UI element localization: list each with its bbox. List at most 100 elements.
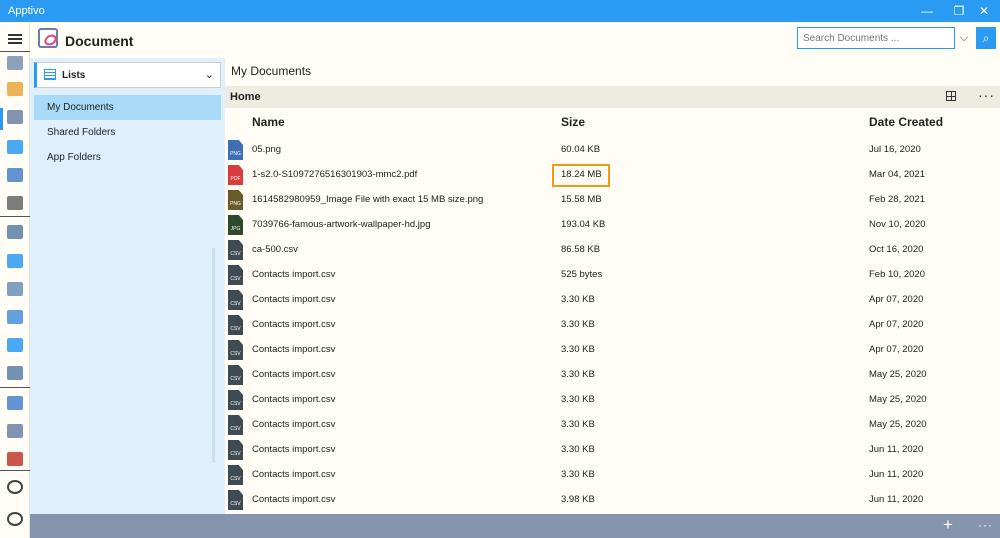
file-type-icon: CSV bbox=[228, 340, 243, 360]
table-row[interactable]: CSV Contacts import.csv 3.30 KB May 25, 202… bbox=[225, 387, 1000, 412]
hamburger-menu-icon[interactable] bbox=[8, 34, 22, 45]
file-type-label: CSV bbox=[230, 251, 241, 257]
close-button[interactable]: ✕ bbox=[968, 0, 1000, 22]
file-size: 525 bytes bbox=[561, 269, 603, 280]
column-header-size[interactable]: Size bbox=[561, 115, 585, 129]
file-name: Contacts import.csv bbox=[252, 369, 336, 380]
invoice-icon[interactable] bbox=[7, 196, 23, 210]
file-name: Contacts import.csv bbox=[252, 419, 336, 430]
file-size: 3.30 KB bbox=[561, 469, 595, 480]
column-header-name[interactable]: Name bbox=[252, 115, 285, 129]
file-type-label: PNG bbox=[230, 201, 241, 207]
folder-title[interactable]: Home bbox=[230, 91, 261, 103]
file-type-icon: CSV bbox=[228, 465, 243, 485]
table-row[interactable]: CSV Contacts import.csv 3.30 KB Apr 07, 202… bbox=[225, 287, 1000, 312]
notepad-icon[interactable] bbox=[7, 82, 23, 96]
lists-dropdown[interactable]: Lists ⌄ bbox=[34, 62, 221, 88]
file-name: Contacts import.csv bbox=[252, 444, 336, 455]
search-filter-chevron-icon[interactable]: ⌵ bbox=[955, 27, 973, 49]
file-date: Feb 10, 2020 bbox=[869, 269, 925, 280]
list-grid-icon bbox=[44, 69, 56, 80]
file-date: Jun 11, 2020 bbox=[869, 469, 924, 480]
document-icon[interactable] bbox=[7, 110, 23, 124]
minimize-button[interactable]: — bbox=[911, 0, 943, 22]
funnel-icon[interactable] bbox=[7, 338, 23, 352]
document-list-panel: My Documents Home ··· Name Size Date Cre… bbox=[225, 58, 1000, 514]
file-size: 3.30 KB bbox=[561, 444, 595, 455]
file-size: 15.58 MB bbox=[561, 194, 602, 205]
money-bag-icon[interactable] bbox=[7, 282, 23, 296]
sidebar: Lists ⌄ My Documents Shared Folders App … bbox=[30, 58, 225, 514]
file-name: 7039766-famous-artwork-wallpaper-hd.jpg bbox=[252, 219, 431, 230]
search-button[interactable]: ⌕ bbox=[976, 27, 996, 49]
table-row[interactable]: CSV Contacts import.csv 3.30 KB Jun 11, 202… bbox=[225, 462, 1000, 487]
rail-active-indicator bbox=[0, 108, 3, 130]
file-name: Contacts import.csv bbox=[252, 394, 336, 405]
power-icon[interactable] bbox=[7, 512, 23, 526]
file-type-label: CSV bbox=[230, 301, 241, 307]
file-type-label: CSV bbox=[230, 501, 241, 507]
building-icon[interactable] bbox=[7, 366, 23, 380]
column-header-date[interactable]: Date Created bbox=[869, 115, 943, 129]
table-row[interactable]: CSV ca-500.csv 86.58 KB Oct 16, 2020 bbox=[225, 237, 1000, 262]
truck-icon[interactable] bbox=[7, 424, 23, 438]
table-row[interactable]: CSV Contacts import.csv 3.98 KB Jun 11, 202… bbox=[225, 487, 1000, 512]
file-size: 193.04 KB bbox=[561, 219, 606, 230]
file-name: Contacts import.csv bbox=[252, 494, 336, 505]
file-name: Contacts import.csv bbox=[252, 319, 336, 330]
network-icon[interactable] bbox=[7, 310, 23, 324]
search-input[interactable] bbox=[797, 27, 955, 49]
file-name: Contacts import.csv bbox=[252, 344, 336, 355]
file-type-icon: PNG bbox=[228, 140, 243, 160]
file-name: Contacts import.csv bbox=[252, 469, 336, 480]
file-type-icon: CSV bbox=[228, 240, 243, 260]
page-header: Document ⌵ ⌕ bbox=[30, 22, 1000, 58]
add-icon[interactable]: + bbox=[943, 515, 953, 535]
table-row[interactable]: CSV Contacts import.csv 3.30 KB Apr 07, 202… bbox=[225, 312, 1000, 337]
file-size: 3.30 KB bbox=[561, 394, 595, 405]
shopping-bag-icon[interactable] bbox=[7, 396, 23, 410]
table-row[interactable]: CSV Contacts import.csv 3.30 KB Apr 07, 202… bbox=[225, 337, 1000, 362]
sidebar-item-app-folders[interactable]: App Folders bbox=[34, 145, 221, 170]
file-date: Feb 28, 2021 bbox=[869, 194, 925, 205]
rail-divider bbox=[0, 470, 30, 471]
table-row[interactable]: PNG 1614582980959_Image File with exact 1… bbox=[225, 187, 1000, 212]
file-type-icon: PNG bbox=[228, 190, 243, 210]
table-row[interactable]: PNG 05.png 60.04 KB Jul 16, 2020 bbox=[225, 137, 1000, 162]
table-row[interactable]: JPG 7039766-famous-artwork-wallpaper-hd.j… bbox=[225, 212, 1000, 237]
sidebar-item-my-documents[interactable]: My Documents bbox=[34, 95, 221, 120]
file-type-icon: CSV bbox=[228, 415, 243, 435]
file-name: Contacts import.csv bbox=[252, 269, 336, 280]
file-date: Jun 11, 2020 bbox=[869, 494, 924, 505]
table-row[interactable]: CSV Contacts import.csv 3.30 KB May 25, 202… bbox=[225, 412, 1000, 437]
ledger-icon[interactable] bbox=[7, 452, 23, 466]
table-row[interactable]: CSV Contacts import.csv 3.30 KB Jun 11, 202… bbox=[225, 437, 1000, 462]
mail-icon[interactable] bbox=[7, 168, 23, 182]
file-name: Contacts import.csv bbox=[252, 294, 336, 305]
sidebar-scrollbar[interactable] bbox=[212, 248, 215, 463]
file-type-icon: CSV bbox=[228, 290, 243, 310]
tile-view-icon[interactable] bbox=[946, 91, 956, 101]
more-options-icon[interactable]: ··· bbox=[978, 87, 995, 103]
table-row[interactable]: CSV Contacts import.csv 3.30 KB May 25, 202… bbox=[225, 362, 1000, 387]
file-type-icon: CSV bbox=[228, 265, 243, 285]
settings-gear-icon[interactable] bbox=[7, 480, 23, 494]
calendar-31-icon[interactable] bbox=[7, 56, 23, 70]
file-date: Apr 07, 2020 bbox=[869, 294, 924, 305]
cloud-icon[interactable] bbox=[7, 254, 23, 268]
window-titlebar: Apptivo — ❐ ✕ bbox=[0, 0, 1000, 22]
contacts-icon[interactable] bbox=[7, 140, 23, 154]
sidebar-item-shared-folders[interactable]: Shared Folders bbox=[34, 120, 221, 145]
table-row[interactable]: CSV Contacts import.csv 525 bytes Feb 10, 2… bbox=[225, 262, 1000, 287]
file-size: 3.30 KB bbox=[561, 369, 595, 380]
table-row[interactable]: PDF 1-s2.0-S1097276516301903-mmc2.pdf 18.2… bbox=[225, 162, 1000, 187]
highlight-box bbox=[552, 164, 610, 187]
file-name: 05.png bbox=[252, 144, 282, 155]
file-date: Apr 07, 2020 bbox=[869, 319, 924, 330]
file-type-label: CSV bbox=[230, 351, 241, 357]
chevron-down-icon: ⌄ bbox=[204, 69, 214, 81]
file-type-label: CSV bbox=[230, 401, 241, 407]
file-size: 3.98 KB bbox=[561, 494, 595, 505]
support-icon[interactable] bbox=[7, 225, 23, 239]
more-options-icon[interactable]: ··· bbox=[978, 518, 993, 532]
